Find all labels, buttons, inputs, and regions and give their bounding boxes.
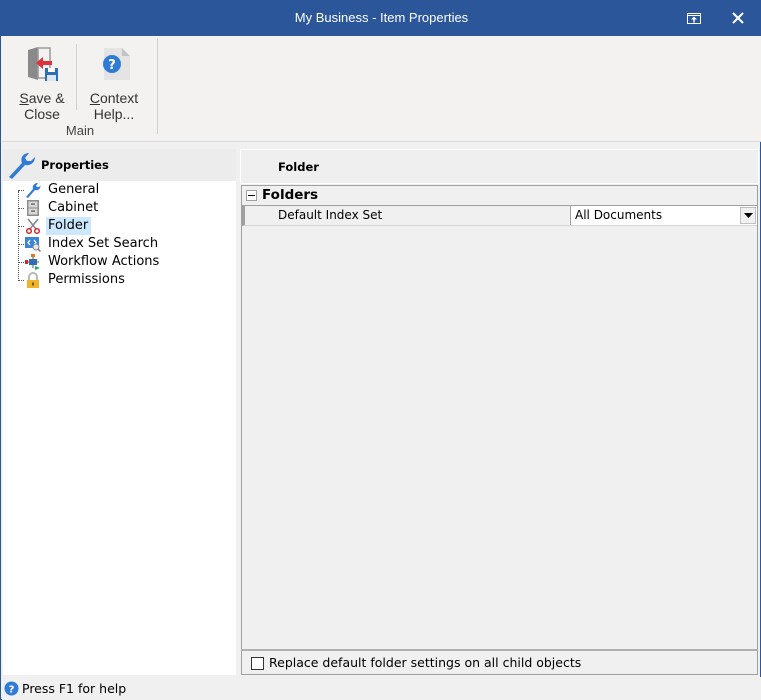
save-close-icon: [28, 47, 58, 81]
category-row-folders: Folders: [242, 186, 757, 206]
properties-header: Properties: [3, 149, 236, 181]
workflow-icon: [25, 254, 40, 270]
status-text: Press F1 for help: [22, 681, 127, 696]
item-properties-window: My Business - Item Properties Save & Clo…: [0, 0, 761, 700]
properties-tree-panel: Properties General Cabinet Folder Index …: [3, 149, 236, 675]
close-button[interactable]: [726, 7, 750, 29]
tree-item-label: Workflow Actions: [48, 254, 160, 269]
minus-icon: [248, 195, 255, 196]
cabinet-icon: [27, 200, 39, 216]
ribbon-group-separator: [157, 38, 158, 134]
restore-window-icon: [687, 12, 701, 24]
ribbon-separator: [76, 44, 77, 110]
replace-child-settings-label[interactable]: Replace default folder settings on all c…: [269, 655, 581, 670]
status-bar: ? Press F1 for help: [2, 677, 761, 700]
chevron-down-icon: [743, 213, 753, 218]
wrench-icon: [26, 183, 41, 198]
property-grid: Folders Default Index Set All Documents: [241, 185, 758, 649]
tree-item-index-set-search[interactable]: Index Set Search: [18, 235, 228, 253]
close-icon: [732, 12, 744, 24]
index-search-icon: [25, 237, 41, 252]
ribbon-group-label: Main: [65, 123, 95, 138]
context-help-button[interactable]: ? Context Help...: [82, 44, 146, 122]
tree-item-label: Index Set Search: [48, 236, 159, 251]
scissors-icon: [25, 218, 41, 234]
save-close-label: Save & Close: [19, 90, 65, 122]
window-title: My Business - Item Properties: [294, 10, 469, 25]
tree-item-workflow-actions[interactable]: Workflow Actions: [18, 253, 228, 271]
default-index-set-select[interactable]: All Documents: [575, 208, 662, 222]
lock-icon: [27, 272, 39, 288]
property-name: Default Index Set: [278, 208, 383, 222]
tree-item-permissions[interactable]: Permissions: [18, 271, 228, 289]
context-help-icon: ?: [103, 48, 130, 80]
property-row-default-index-set: Default Index Set All Documents: [242, 206, 757, 226]
title-bar: My Business - Item Properties: [1, 1, 761, 36]
editor-footer: Replace default folder settings on all c…: [241, 649, 758, 675]
tree-item-general[interactable]: General: [18, 181, 228, 199]
tree-item-folder[interactable]: Folder: [18, 217, 228, 235]
editor-header: Folder: [240, 149, 759, 184]
save-close-button[interactable]: Save & Close: [12, 44, 72, 122]
svg-text:?: ?: [108, 58, 116, 73]
editor-header-label: Folder: [278, 160, 319, 174]
dropdown-button[interactable]: [740, 207, 756, 224]
property-name-cell: Default Index Set: [245, 206, 571, 225]
category-label: Folders: [262, 187, 319, 203]
wrench-icon: [9, 153, 35, 179]
svg-text:?: ?: [9, 685, 15, 696]
tree-item-label: Permissions: [48, 272, 125, 287]
properties-header-label: Properties: [41, 158, 109, 172]
ribbon: Save & Close ? Context Help... Main: [2, 36, 761, 142]
property-editor-panel: Folder Folders Default Index Set All Doc…: [240, 149, 759, 675]
tree-item-label: Cabinet: [48, 200, 99, 215]
tree-item-cabinet[interactable]: Cabinet: [18, 199, 228, 217]
collapse-toggle[interactable]: [246, 190, 257, 201]
help-icon: ?: [4, 681, 19, 696]
tree-item-label: Folder: [46, 217, 92, 235]
restore-button[interactable]: [682, 7, 706, 29]
context-help-label: Context Help...: [89, 90, 139, 122]
replace-child-settings-checkbox[interactable]: [251, 657, 264, 670]
tree-item-label: General: [48, 182, 100, 197]
